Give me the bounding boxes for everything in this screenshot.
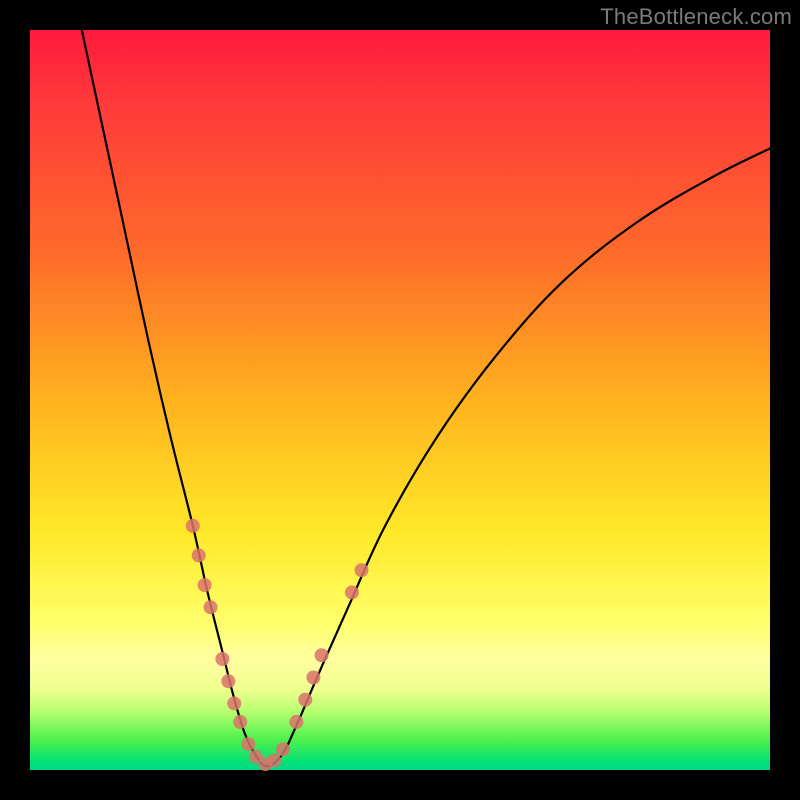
highlight-dot	[355, 563, 369, 577]
highlight-dot	[192, 548, 206, 562]
bottleneck-curve-path	[82, 30, 770, 766]
curve-layer	[30, 30, 770, 770]
highlight-dot	[345, 585, 359, 599]
watermark-text: TheBottleneck.com	[600, 4, 792, 30]
highlight-dot	[298, 693, 312, 707]
highlight-dot	[233, 715, 247, 729]
highlight-dot	[241, 737, 255, 751]
highlight-dot	[198, 578, 212, 592]
highlight-dot	[227, 696, 241, 710]
highlight-markers	[186, 519, 369, 771]
highlight-dot	[315, 648, 329, 662]
highlight-dot	[221, 674, 235, 688]
plot-area	[30, 30, 770, 770]
highlight-dot	[215, 652, 229, 666]
highlight-dot	[186, 519, 200, 533]
highlight-dot	[276, 742, 290, 756]
highlight-dot	[267, 753, 281, 767]
highlight-dot	[289, 715, 303, 729]
highlight-dot	[306, 671, 320, 685]
highlight-dot	[204, 600, 218, 614]
chart-frame: TheBottleneck.com	[0, 0, 800, 800]
